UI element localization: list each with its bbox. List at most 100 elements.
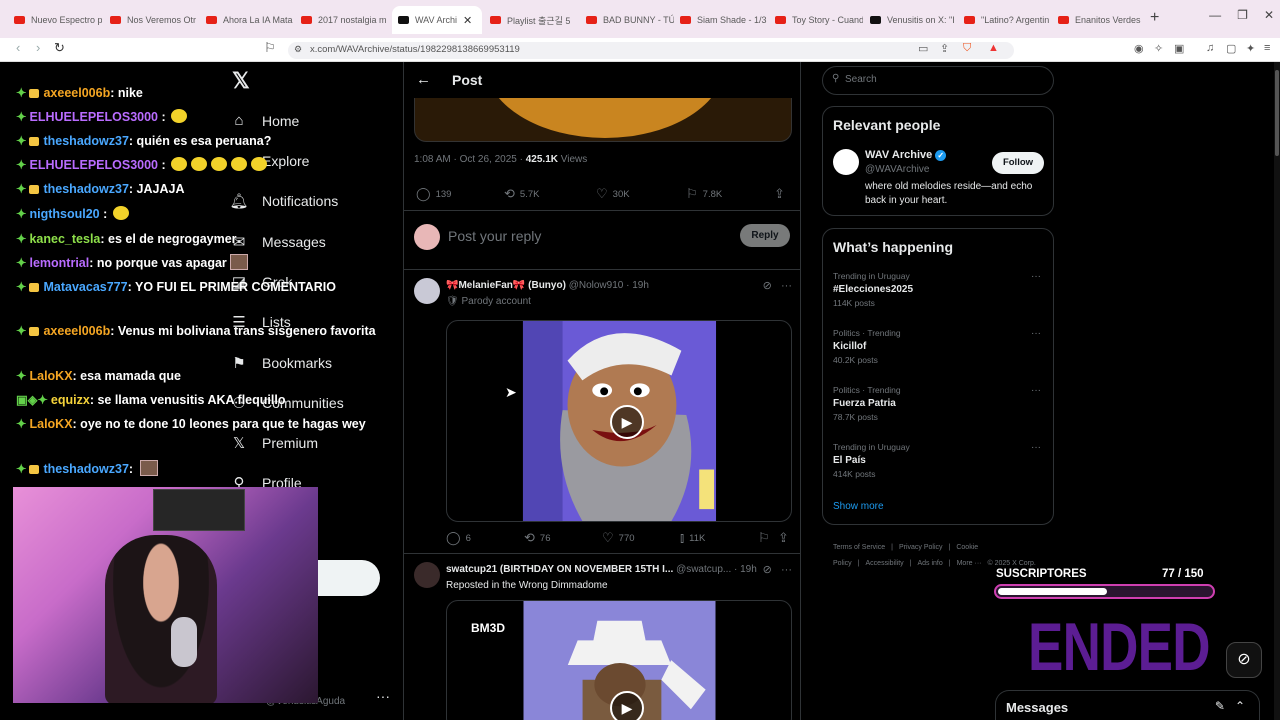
chat-username[interactable]: Matavacas777 bbox=[43, 280, 127, 294]
avatar[interactable] bbox=[414, 278, 440, 304]
play-icon[interactable]: ▶ bbox=[610, 691, 644, 720]
footer-link[interactable]: More ··· bbox=[957, 560, 982, 567]
play-icon[interactable]: ▶ bbox=[610, 405, 644, 439]
minimize-icon[interactable]: — bbox=[1209, 8, 1221, 22]
sidebar-icon[interactable]: ▣ bbox=[1174, 42, 1184, 55]
bookmark-page-icon[interactable]: ⚐ bbox=[264, 40, 276, 56]
repost-action[interactable]: ⟲ 5.7K bbox=[504, 186, 539, 202]
browser-tab[interactable]: Siam Shade - 1/3 bbox=[680, 10, 768, 30]
menu-icon[interactable]: ≡ bbox=[1264, 42, 1270, 54]
author-handle[interactable]: @swatcup... · 19h bbox=[676, 564, 757, 575]
bookmark-action[interactable]: ⚐ 7.8K bbox=[686, 186, 722, 202]
more-icon[interactable]: ··· bbox=[1031, 385, 1041, 396]
more-icon[interactable]: ··· bbox=[1031, 271, 1041, 282]
views-action[interactable]: ⫾ 11K bbox=[680, 530, 705, 546]
more-icon[interactable]: ··· bbox=[1031, 328, 1041, 339]
trend-item[interactable]: Politics · Trending Fuerza Patria 78.7K po… bbox=[833, 385, 1045, 422]
chat-username[interactable]: theshadowz37 bbox=[43, 134, 128, 148]
share-icon[interactable]: ⇪ bbox=[940, 42, 949, 55]
reply-tweet[interactable]: 🎀MelanieFan🎀 (Bunyo) @Nolow910 · 19h 🛡 P… bbox=[404, 270, 800, 554]
messages-drawer[interactable]: Messages ✎ ⌃ bbox=[995, 690, 1260, 720]
avatar[interactable] bbox=[833, 149, 859, 175]
puzzle-icon[interactable]: ✧ bbox=[1154, 42, 1163, 55]
chat-username[interactable]: axeeel006b bbox=[43, 86, 110, 100]
reply-action[interactable]: ◯ 139 bbox=[416, 186, 451, 202]
site-info-icon[interactable]: ⚙ bbox=[294, 44, 302, 55]
browser-tab[interactable]: Nos Veremos Otr bbox=[110, 10, 198, 30]
footer-link[interactable]: © 2025 X Corp. bbox=[987, 560, 1035, 567]
expand-icon[interactable]: ⌃ bbox=[1235, 699, 1245, 713]
forward-icon[interactable]: › bbox=[36, 40, 40, 55]
reply-button[interactable]: Reply bbox=[740, 224, 790, 247]
more-icon[interactable]: ··· bbox=[1031, 442, 1041, 453]
chat-username[interactable]: theshadowz37 bbox=[43, 182, 128, 196]
close-window-icon[interactable]: ✕ bbox=[1264, 8, 1274, 22]
share-icon[interactable]: ⇪ bbox=[778, 530, 794, 546]
post-time[interactable]: 1:08 AM · Oct 26, 2025 · bbox=[414, 154, 526, 165]
bookmark-icon[interactable]: ⚐ bbox=[758, 530, 775, 546]
compose-message-icon[interactable]: ✎ bbox=[1215, 699, 1225, 713]
browser-tab[interactable]: Playlist 출근길 5 bbox=[490, 10, 578, 30]
browser-tab[interactable]: BAD BUNNY - TÚ bbox=[586, 10, 674, 30]
like-action[interactable]: ♡ 30K bbox=[596, 186, 630, 202]
music-icon[interactable]: ♫ bbox=[1206, 42, 1214, 54]
browser-tab[interactable]: Nuevo Espectro p bbox=[14, 10, 102, 30]
footer-link[interactable]: Ads info bbox=[917, 560, 942, 567]
reply-action[interactable]: ◯ 6 bbox=[446, 530, 471, 546]
account-more-icon[interactable]: ··· bbox=[376, 688, 390, 704]
footer-link[interactable]: Privacy Policy bbox=[899, 544, 943, 551]
chat-username[interactable]: kanec_tesla bbox=[29, 232, 100, 246]
chat-username[interactable]: LaloKX bbox=[29, 369, 72, 383]
video-player[interactable]: ▶ bbox=[446, 320, 792, 522]
close-tab-icon[interactable]: ✕ bbox=[463, 14, 472, 27]
browser-tab[interactable]: "Latino? Argentin bbox=[964, 10, 1052, 30]
back-arrow-icon[interactable]: ← bbox=[416, 71, 431, 88]
author-name[interactable]: 🎀MelanieFan🎀 (Bunyo) bbox=[446, 280, 566, 291]
footer-link[interactable]: Accessibility bbox=[866, 560, 904, 567]
person-name[interactable]: WAV Archive ✓ bbox=[865, 149, 947, 161]
post-media[interactable] bbox=[414, 98, 792, 142]
avatar[interactable] bbox=[414, 224, 440, 250]
chat-username[interactable]: lemontrial bbox=[29, 256, 89, 270]
url-field[interactable]: ⚙ x.com/WAVArchive/status/19822981386699… bbox=[288, 42, 1014, 59]
chat-username[interactable]: ELHUELEPELOS3000 bbox=[29, 158, 158, 172]
reply-input[interactable]: Post your reply bbox=[448, 228, 541, 244]
new-tab-button[interactable]: + bbox=[1150, 9, 1159, 27]
chat-username[interactable]: axeeel006b bbox=[43, 324, 110, 338]
more-icon[interactable]: ··· bbox=[781, 280, 792, 292]
person-handle[interactable]: @WAVArchive bbox=[865, 164, 929, 175]
reload-icon[interactable]: ↻ bbox=[54, 40, 65, 56]
browser-tab[interactable]: Ahora La IA Mata bbox=[206, 10, 294, 30]
author-handle[interactable]: @Nolow910 · 19h bbox=[569, 280, 649, 291]
video-player[interactable]: BM3D ▶ bbox=[446, 600, 792, 720]
browser-tab[interactable]: Enanitos Verdes bbox=[1058, 10, 1146, 30]
like-action[interactable]: ♡ 770 bbox=[602, 530, 635, 546]
browser-tab[interactable]: 2017 nostalgia m bbox=[301, 10, 389, 30]
chat-username[interactable]: ELHUELEPELOS3000 bbox=[29, 110, 158, 124]
chat-username[interactable]: LaloKX bbox=[29, 417, 72, 431]
follow-button[interactable]: Follow bbox=[992, 152, 1044, 174]
author-name[interactable]: swatcup21 (BIRTHDAY ON NOVEMBER 15TH I..… bbox=[446, 564, 673, 575]
show-more-link[interactable]: Show more bbox=[833, 501, 884, 512]
leo-icon[interactable]: ✦ bbox=[1246, 42, 1255, 55]
repost-action[interactable]: ⟲ 76 bbox=[524, 530, 550, 546]
trend-item[interactable]: Trending in Uruguay El País 414K posts ··· bbox=[833, 442, 1045, 479]
chat-username[interactable]: nigthsoul20 bbox=[29, 207, 99, 221]
reply-tweet[interactable]: swatcup21 (BIRTHDAY ON NOVEMBER 15TH I..… bbox=[404, 554, 800, 720]
back-icon[interactable]: ‹ bbox=[16, 40, 20, 55]
grok-icon[interactable]: ⊘ bbox=[763, 564, 772, 576]
scrollbar-thumb[interactable] bbox=[1275, 70, 1279, 156]
extension-icon[interactable]: ◉ bbox=[1134, 42, 1144, 55]
grok-button[interactable]: ⊘ bbox=[1226, 642, 1262, 678]
chat-username[interactable]: equizx bbox=[51, 393, 90, 407]
trend-item[interactable]: Politics · Trending Kicillof 40.2K posts ··… bbox=[833, 328, 1045, 365]
chat-username[interactable]: theshadowz37 bbox=[43, 462, 128, 476]
screen-icon[interactable]: ▭ bbox=[918, 42, 928, 55]
browser-tab[interactable]: WAV Archi ✕ bbox=[392, 6, 482, 34]
footer-link[interactable]: Terms of Service bbox=[833, 544, 885, 551]
browser-tab[interactable]: Toy Story - Cuand bbox=[775, 10, 863, 30]
scrollbar[interactable] bbox=[1274, 62, 1280, 720]
trend-item[interactable]: Trending in Uruguay #Elecciones2025 114K p… bbox=[833, 271, 1045, 308]
rewards-icon[interactable]: ▲ bbox=[988, 42, 999, 54]
more-icon[interactable]: ··· bbox=[781, 564, 792, 576]
